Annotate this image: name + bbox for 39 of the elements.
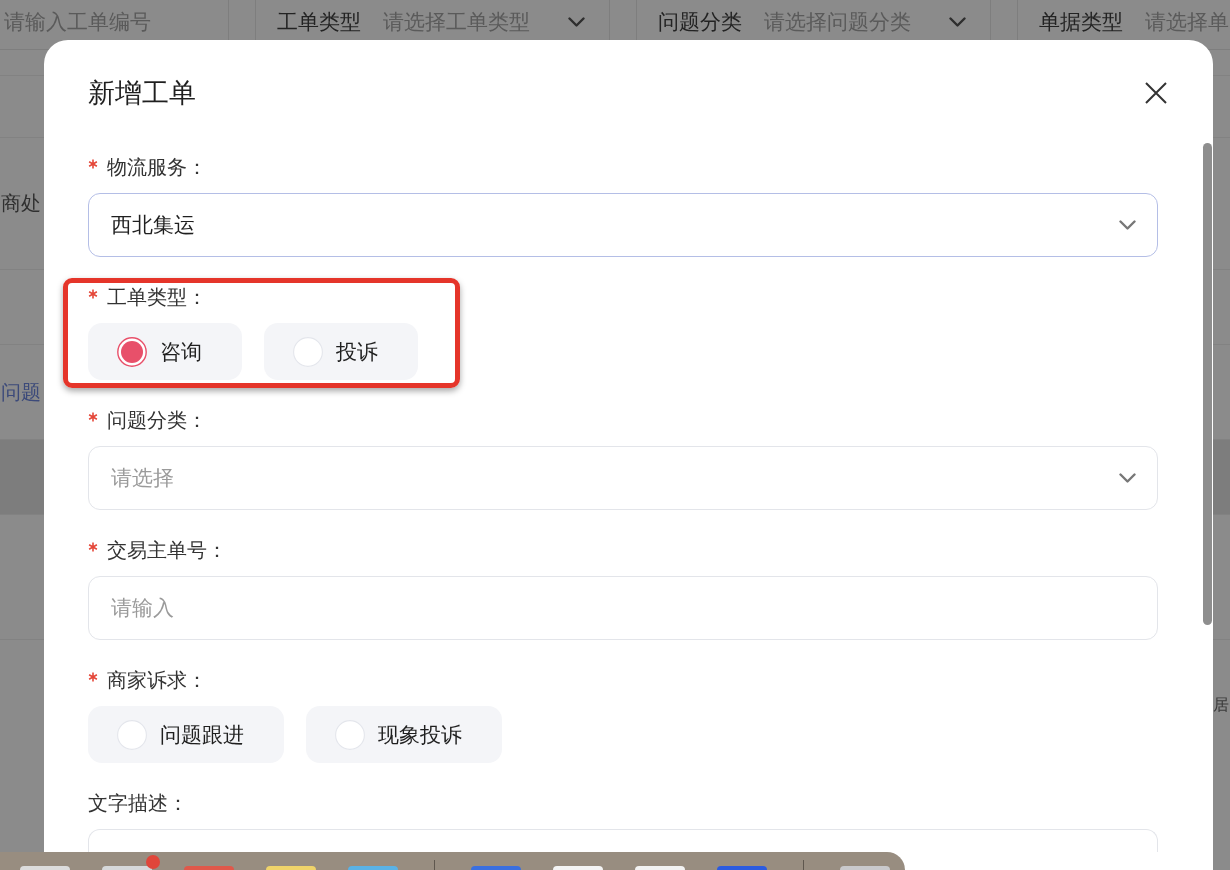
radio-option[interactable]: 咨询: [88, 323, 242, 380]
input-field[interactable]: 请输入: [88, 576, 1158, 640]
table-cell: 商处: [0, 190, 41, 217]
chevron-down-icon: [1119, 473, 1136, 483]
select-input[interactable]: 西北集运: [111, 213, 1119, 237]
field-label: 物流服务：: [107, 154, 207, 180]
field-label: 文字描述：: [88, 790, 188, 816]
dialog-title: 新增工单: [88, 76, 196, 110]
app-icon[interactable]: [717, 866, 767, 870]
scrollbar-thumb[interactable]: [1203, 143, 1212, 625]
app-icon[interactable]: [266, 866, 316, 870]
select-input[interactable]: 请选择: [111, 466, 1119, 490]
select-field[interactable]: 西北集运: [88, 193, 1158, 257]
app-icon[interactable]: [840, 866, 890, 870]
field-label: 工单类型：: [107, 284, 207, 310]
close-button[interactable]: [1145, 82, 1167, 104]
field-label: 交易主单号：: [107, 537, 227, 563]
radio-option[interactable]: 投诉: [264, 323, 418, 380]
textarea-field[interactable]: [88, 829, 1158, 852]
chevron-down-icon: [568, 16, 585, 27]
field-label: 商家诉求：: [107, 667, 207, 693]
radio-option[interactable]: 问题跟进: [88, 706, 284, 763]
app-icon[interactable]: [348, 866, 398, 870]
notification-dot-icon: [146, 855, 160, 869]
field-label: 工单类型: [277, 8, 361, 36]
select-field[interactable]: 请选择: [88, 446, 1158, 510]
chevron-down-icon: [949, 16, 966, 27]
app-icon[interactable]: [102, 866, 152, 870]
close-icon: [1145, 82, 1167, 104]
field-label: 单据类型: [1039, 8, 1123, 36]
radio-option[interactable]: 现象投诉: [306, 706, 502, 763]
field-label: 问题分类：: [107, 407, 207, 433]
app-icon[interactable]: [471, 866, 521, 870]
field-label: 问题分类: [658, 8, 742, 36]
app-icon[interactable]: [20, 866, 70, 870]
chevron-down-icon: [1119, 220, 1136, 230]
app-icon[interactable]: [635, 866, 685, 870]
app-icon[interactable]: [553, 866, 603, 870]
table-cell: 居: [1213, 694, 1230, 716]
